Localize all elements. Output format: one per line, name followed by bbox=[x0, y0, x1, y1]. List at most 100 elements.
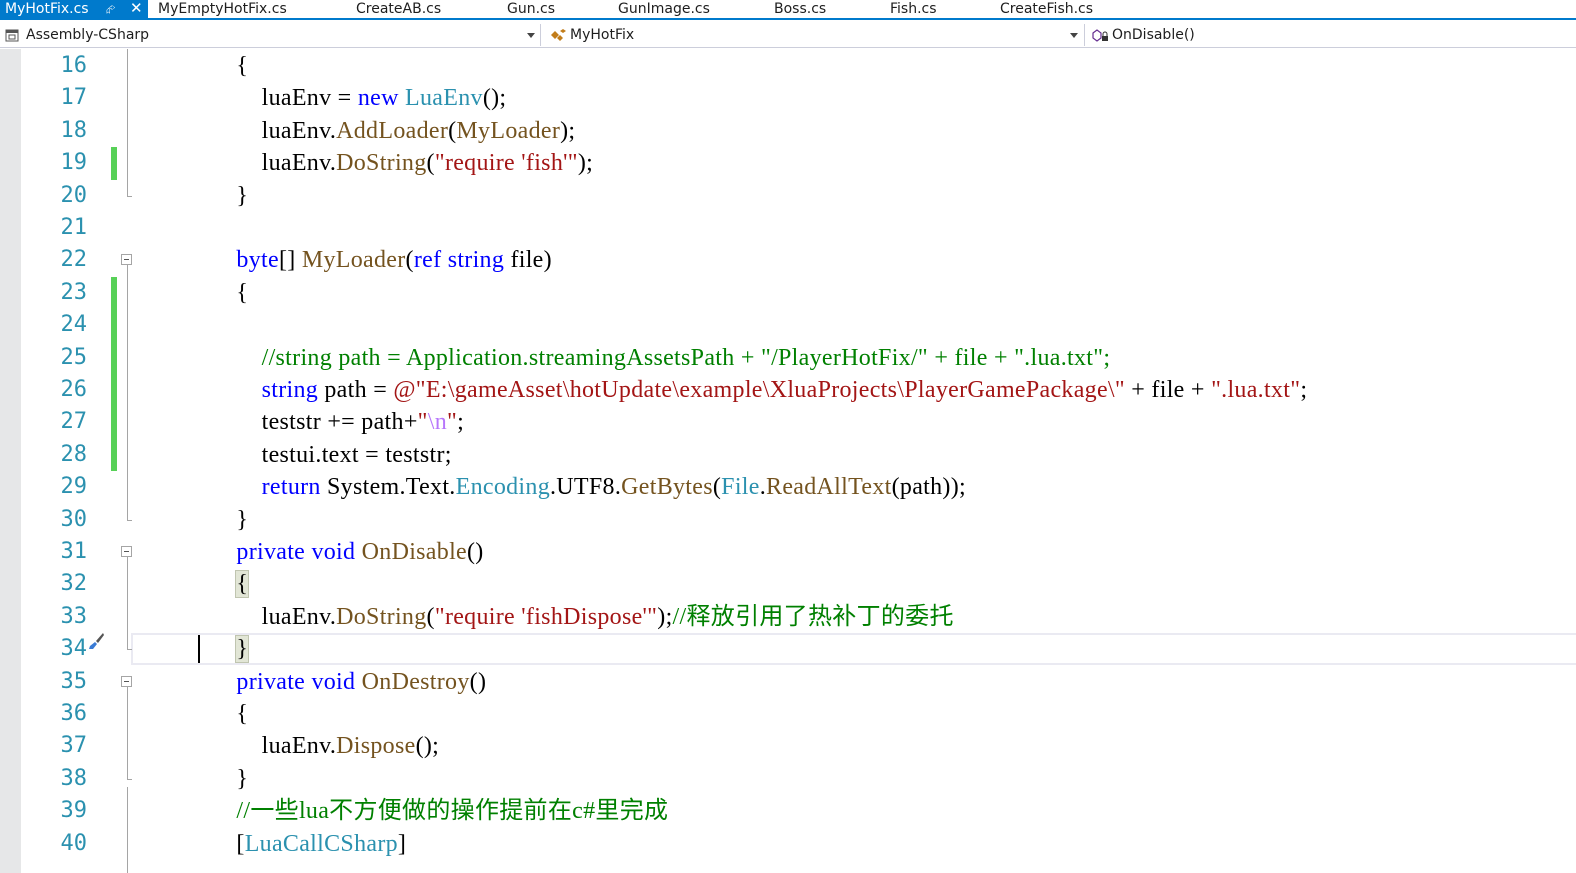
close-icon[interactable]: ✕ bbox=[130, 0, 143, 17]
outline-end bbox=[127, 778, 132, 780]
code-token: { bbox=[186, 701, 249, 727]
tab-createab[interactable]: CreateAB.cs bbox=[356, 0, 441, 19]
code-text[interactable]: private void OnDisable() bbox=[186, 536, 484, 568]
code-text[interactable]: luaEnv = new LuaEnv(); bbox=[186, 82, 506, 114]
line-number: 38 bbox=[60, 765, 88, 791]
tab-gun[interactable]: Gun.cs bbox=[507, 0, 555, 19]
code-token: OnDestroy bbox=[361, 668, 470, 695]
code-text[interactable]: } bbox=[186, 633, 250, 665]
code-line[interactable]: 28 testui.text = teststr; bbox=[21, 438, 1576, 472]
outline-guide bbox=[127, 681, 128, 779]
code-line[interactable]: 38 } bbox=[21, 763, 1576, 795]
code-text[interactable]: teststr += path+"\n"; bbox=[186, 406, 464, 438]
code-text[interactable]: //string path = Application.streamingAss… bbox=[186, 342, 1110, 374]
selection-margin[interactable] bbox=[0, 49, 21, 873]
code-text[interactable]: [LuaCallCSharp] bbox=[186, 828, 406, 860]
code-line[interactable]: 40 [LuaCallCSharp] bbox=[21, 828, 1576, 860]
tab-gunimage[interactable]: GunImage.cs bbox=[618, 0, 710, 19]
code-text[interactable]: luaEnv.AddLoader(MyLoader); bbox=[186, 115, 575, 147]
code-text[interactable]: { bbox=[186, 568, 250, 600]
code-text[interactable]: return System.Text.Encoding.UTF8.GetByte… bbox=[186, 471, 966, 503]
outline-guide bbox=[127, 786, 128, 873]
code-text[interactable]: byte[] MyLoader(ref string file) bbox=[186, 244, 552, 276]
code-token: ; bbox=[457, 409, 465, 436]
code-token: luaEnv. bbox=[186, 150, 337, 177]
code-line[interactable]: 25 //string path = Application.streaming… bbox=[21, 341, 1576, 374]
code-line[interactable]: 27 teststr += path+"\n"; bbox=[21, 406, 1576, 439]
code-text[interactable]: { bbox=[186, 277, 248, 309]
code-line[interactable]: 35 private void OnDestroy() bbox=[21, 666, 1576, 698]
member-dropdown[interactable]: OnDisable() bbox=[1089, 24, 1576, 46]
code-text[interactable]: luaEnv.DoString("require 'fishDispose'")… bbox=[186, 601, 954, 633]
project-label: Assembly-CSharp bbox=[26, 27, 150, 43]
code-token: AddLoader bbox=[336, 117, 449, 144]
code-line[interactable]: 39 //一些lua不方便做的操作提前在c#里完成 bbox=[21, 795, 1576, 827]
type-dropdown[interactable]: MyHotFix bbox=[545, 24, 1085, 46]
code-line[interactable]: 20 } bbox=[21, 180, 1576, 212]
tab-boss[interactable]: Boss.cs bbox=[774, 0, 826, 19]
code-token: " bbox=[417, 409, 428, 436]
code-text[interactable]: luaEnv.DoString("require 'fish'"); bbox=[186, 147, 593, 179]
code-token: [ bbox=[186, 830, 245, 857]
tab-createfish[interactable]: CreateFish.cs bbox=[1000, 0, 1093, 19]
code-text[interactable]: } bbox=[186, 763, 248, 795]
code-text[interactable]: luaEnv.Dispose(); bbox=[186, 730, 439, 762]
code-text[interactable]: //一些lua不方便做的操作提前在c#里完成 bbox=[186, 795, 668, 827]
tab-fish[interactable]: Fish.cs bbox=[890, 0, 937, 19]
code-token: { bbox=[235, 570, 250, 599]
tab-myemptyhotfix[interactable]: MyEmptyHotFix.cs bbox=[158, 0, 287, 19]
code-line[interactable]: 18 luaEnv.AddLoader(MyLoader); bbox=[21, 115, 1576, 147]
code-line[interactable]: 33 luaEnv.DoString("require 'fishDispose… bbox=[21, 601, 1576, 633]
code-token: Dispose bbox=[336, 733, 416, 760]
code-line[interactable]: 22 byte[] MyLoader(ref string file) bbox=[21, 244, 1576, 276]
navigation-bar: Assembly-CSharp MyHotFix OnDisable() bbox=[0, 22, 1576, 48]
code-line[interactable]: 23 { bbox=[21, 276, 1576, 310]
code-token: //string path = Application.streamingAss… bbox=[261, 344, 1111, 371]
code-text[interactable]: { bbox=[186, 50, 248, 82]
collapse-toggle[interactable] bbox=[121, 675, 132, 687]
code-text[interactable]: string path = @"E:\gameAsset\hotUpdate\e… bbox=[186, 374, 1307, 406]
code-line[interactable]: 34 } bbox=[21, 633, 1576, 665]
project-dropdown[interactable]: Assembly-CSharp bbox=[0, 24, 541, 46]
outline-guide bbox=[127, 49, 128, 196]
code-token: ".lua.txt" bbox=[1211, 377, 1301, 403]
code-line[interactable]: 17 luaEnv = new LuaEnv(); bbox=[21, 82, 1576, 114]
code-token: (); bbox=[415, 733, 440, 760]
code-line[interactable]: 26 string path = @"E:\gameAsset\hotUpdat… bbox=[21, 374, 1576, 407]
line-number: 22 bbox=[60, 247, 88, 273]
tab-label: Fish.cs bbox=[890, 1, 937, 17]
code-editor[interactable]: 16 {17 luaEnv = new LuaEnv(); 18 luaEnv.A… bbox=[0, 49, 1576, 873]
code-line[interactable]: 37 luaEnv.Dispose(); bbox=[21, 730, 1576, 762]
class-icon bbox=[551, 29, 566, 41]
code-line[interactable]: 24 bbox=[21, 309, 1576, 342]
tab-myhotfix[interactable]: MyHotFix.cs ⮳ ✕ bbox=[0, 0, 148, 19]
code-text[interactable]: private void OnDestroy() bbox=[186, 666, 486, 698]
code-line[interactable]: 29 return System.Text.Encoding.UTF8.GetB… bbox=[21, 471, 1576, 503]
code-line[interactable]: 32 { bbox=[21, 568, 1576, 600]
code-line[interactable]: 31 private void OnDisable() bbox=[21, 536, 1576, 568]
code-token: private bbox=[236, 539, 306, 565]
code-text[interactable]: } bbox=[186, 504, 248, 536]
code-text[interactable]: { bbox=[186, 698, 248, 730]
collapse-toggle[interactable] bbox=[121, 254, 132, 266]
code-token: System.Text. bbox=[320, 474, 456, 501]
code-area[interactable]: 16 {17 luaEnv = new LuaEnv(); 18 luaEnv.A… bbox=[21, 49, 1576, 873]
code-text[interactable]: } bbox=[186, 180, 248, 212]
code-line[interactable]: 36 { bbox=[21, 698, 1576, 730]
code-token: ); bbox=[560, 117, 576, 144]
code-token: testui.text = teststr; bbox=[186, 441, 452, 468]
code-line[interactable]: 19 luaEnv.DoString("require 'fish'"); bbox=[21, 147, 1576, 180]
code-text[interactable]: testui.text = teststr; bbox=[186, 439, 452, 471]
pin-icon[interactable]: ⮳ bbox=[106, 0, 116, 18]
code-line[interactable]: 30 } bbox=[21, 504, 1576, 536]
code-line[interactable]: 21 bbox=[21, 212, 1576, 244]
line-number: 24 bbox=[60, 312, 88, 338]
chevron-down-icon bbox=[527, 33, 535, 38]
line-number: 34 bbox=[60, 636, 88, 662]
quick-actions-brush-icon[interactable] bbox=[87, 632, 105, 650]
collapse-toggle[interactable] bbox=[121, 546, 132, 557]
outline-end bbox=[127, 195, 132, 197]
code-line[interactable]: 16 { bbox=[21, 50, 1576, 82]
code-token: ); bbox=[657, 603, 673, 630]
change-marker bbox=[111, 147, 117, 180]
